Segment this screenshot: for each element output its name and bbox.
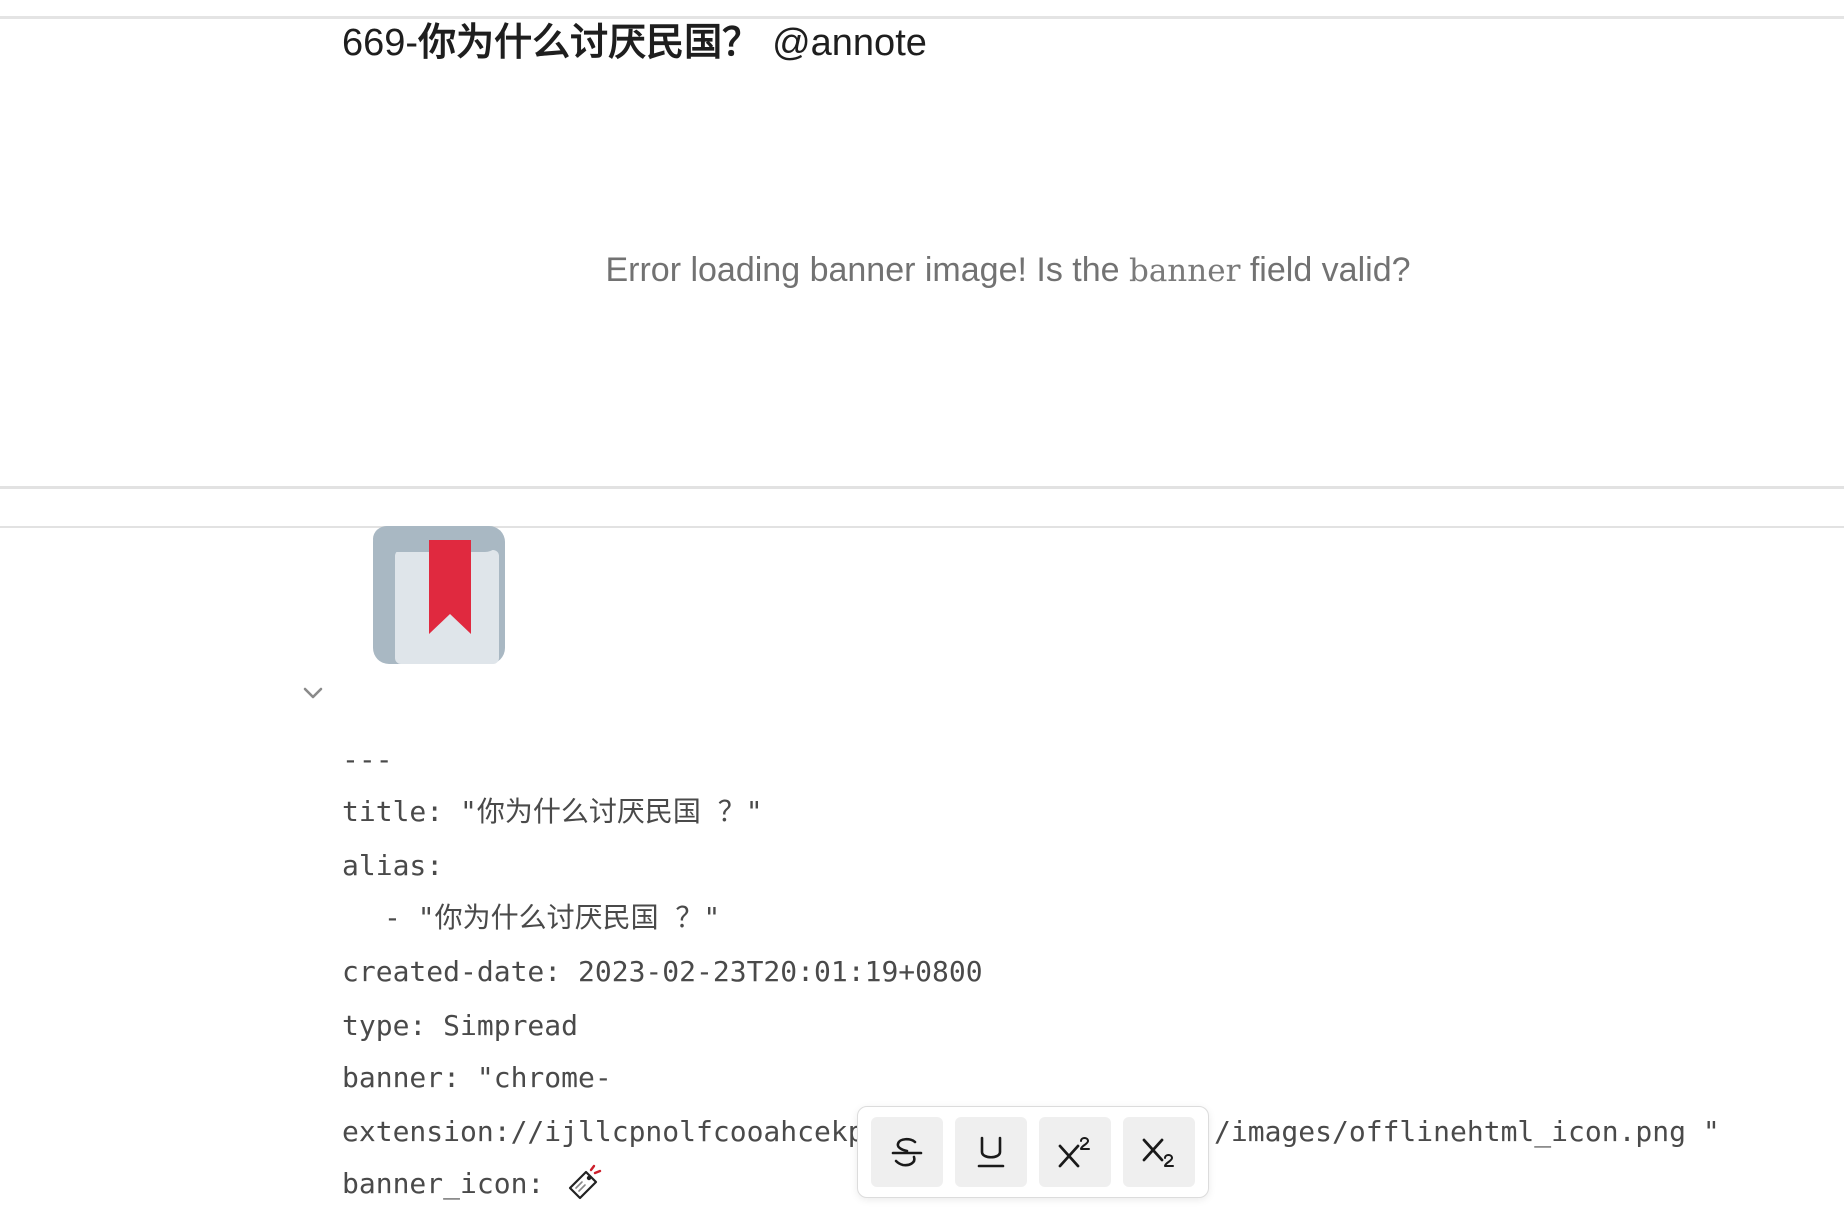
- note-page: Error loading banner image! Is the banne…: [0, 0, 1844, 1220]
- strikethrough-button[interactable]: [871, 1117, 943, 1187]
- format-toolbar: [857, 1106, 1209, 1198]
- banner-error-prefix: Error loading banner image! Is the: [605, 251, 1129, 289]
- underline-icon: [977, 1136, 1005, 1168]
- strikethrough-icon: [891, 1137, 923, 1167]
- superscript-icon: [1058, 1137, 1090, 1168]
- frontmatter-delimiter: ---: [342, 743, 393, 776]
- banner-error-code: banner: [1128, 253, 1241, 289]
- note-title-number: 669-: [342, 22, 419, 64]
- note-title-text: 你为什么讨厌民国？: [418, 22, 761, 64]
- chevron-down-svg: [303, 687, 323, 699]
- superscript-button[interactable]: [1039, 1117, 1111, 1187]
- underline-button[interactable]: [955, 1117, 1027, 1187]
- frontmatter-type: type: Simpread: [342, 1009, 579, 1042]
- frontmatter-banner: banner: "chrome-: [342, 1061, 612, 1094]
- note-title[interactable]: 669-你为什么讨厌民国？ @annote: [342, 20, 927, 66]
- frontmatter-created-date: created-date: 2023-02-23T20:01:19+0800: [342, 955, 983, 988]
- banner-area: Error loading banner image! Is the banne…: [0, 19, 1844, 486]
- banner-error-suffix: field valid?: [1240, 251, 1411, 289]
- frontmatter-banner-icon-key: banner_icon:: [342, 1167, 545, 1200]
- frontmatter-alias-item: - "你为什么讨厌民国 ？": [384, 901, 721, 934]
- bookmark-book-icon[interactable]: [371, 524, 507, 666]
- bookmark-book-svg: [373, 526, 505, 664]
- bookmark-tag-svg: [568, 1164, 602, 1200]
- frontmatter-title: title: "你为什么讨厌民国 ？": [342, 795, 763, 828]
- bookmark-tag-emoji-icon: [564, 1164, 602, 1213]
- frontmatter-alias-key: alias:: [342, 849, 444, 882]
- header-divider: [0, 526, 1844, 528]
- subscript-button[interactable]: [1123, 1117, 1195, 1187]
- frontmatter-banner-url-end: /images/offlinehtml_icon.png ": [1214, 1115, 1720, 1148]
- subscript-icon: [1142, 1138, 1174, 1167]
- note-title-tag: @annote: [772, 22, 927, 64]
- banner-bottom-divider: [0, 486, 1844, 489]
- banner-error-message: Error loading banner image! Is the banne…: [0, 251, 1844, 290]
- chevron-down-icon[interactable]: [300, 680, 326, 706]
- frontmatter-banner-url-start: extension://ijllcpnolfcooahcekp: [342, 1115, 865, 1148]
